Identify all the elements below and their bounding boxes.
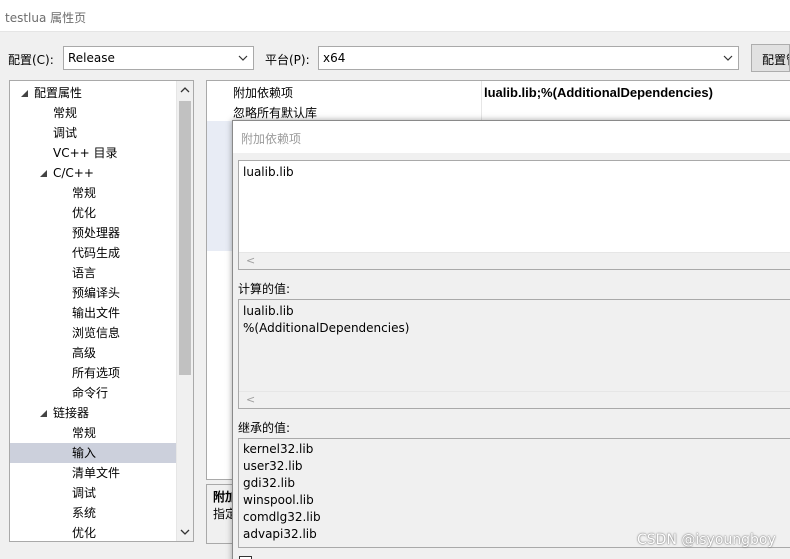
tree-item[interactable]: 清单文件 xyxy=(10,463,176,483)
platform-label: 平台(P): xyxy=(265,53,310,67)
tree-item[interactable]: 系统 xyxy=(10,503,176,523)
grid-row-key: 附加依赖项 xyxy=(233,86,294,100)
tree-item-label: 配置属性 xyxy=(34,86,83,100)
tree-item-label: 优化 xyxy=(72,526,97,540)
tree-item-label: 浏览信息 xyxy=(72,326,121,340)
inherited-line: user32.lib xyxy=(243,459,303,473)
grid-row-value: lualib.lib;%(AdditionalDependencies) xyxy=(484,85,713,100)
config-manager-label: 配置管理器 xyxy=(762,53,789,67)
tree-item-label: 常规 xyxy=(53,106,78,120)
tree-item[interactable]: 语言 xyxy=(10,263,176,283)
computed-line: %(AdditionalDependencies) xyxy=(243,321,410,335)
window-title: testlua 属性页 xyxy=(5,11,87,25)
tree-item[interactable]: 命令行 xyxy=(10,383,176,403)
inherited-line: gdi32.lib xyxy=(243,476,295,490)
config-dropdown[interactable]: Release xyxy=(63,46,254,70)
inherited-line: winspool.lib xyxy=(243,493,314,507)
platform-dropdown[interactable]: x64 xyxy=(318,46,739,70)
tree-item[interactable]: 常规 xyxy=(10,423,176,443)
config-manager-button[interactable]: 配置管理器 xyxy=(751,44,790,72)
tree-item[interactable]: 调试 xyxy=(10,123,176,143)
tree-item-label: 输出文件 xyxy=(72,306,121,320)
tree-item[interactable]: 代码生成 xyxy=(10,243,176,263)
scroll-down-icon[interactable] xyxy=(180,528,190,536)
tree-item[interactable]: 所有选项 xyxy=(10,363,176,383)
title-bar: testlua 属性页 xyxy=(0,0,790,32)
tree-item-label: 高级 xyxy=(72,346,97,360)
property-tree[interactable]: 配置属性 常规 调试 VC++ 目录 C/C++ 常规 优化 预处理器 代码生成 语言 预编译头 输出… xyxy=(9,80,194,542)
computed-line: lualib.lib xyxy=(243,304,294,318)
tree-collapse-icon[interactable] xyxy=(39,409,48,418)
grid-row-additional-dependencies[interactable]: 附加依赖项 lualib.lib;%(AdditionalDependencie… xyxy=(207,83,790,103)
tree-item-label: 预编译头 xyxy=(72,286,121,300)
platform-value: x64 xyxy=(323,51,346,65)
tree-scroll-thumb[interactable] xyxy=(179,101,191,375)
tree-item[interactable]: 输入 xyxy=(10,443,176,463)
config-label: 配置(C): xyxy=(8,53,54,67)
tree-scrollbar[interactable] xyxy=(176,81,193,541)
tree-item-label: 系统 xyxy=(72,506,97,520)
tree-item[interactable]: C/C++ xyxy=(10,163,176,183)
tree-item-label: 清单文件 xyxy=(72,466,121,480)
scroll-up-icon[interactable] xyxy=(180,86,190,94)
scroll-left-icon[interactable]: < xyxy=(246,254,255,267)
tree-item-label: VC++ 目录 xyxy=(53,146,118,160)
tree-item-label: 所有选项 xyxy=(72,366,121,380)
tree-item[interactable]: 配置属性 xyxy=(10,83,176,103)
tree-item-label: 优化 xyxy=(72,206,97,220)
tree-item[interactable]: 优化 xyxy=(10,203,176,223)
tree-item-label: 语言 xyxy=(72,266,97,280)
tree-item-label: 调试 xyxy=(72,486,97,500)
inherited-line: advapi32.lib xyxy=(243,527,317,541)
tree-item[interactable]: 浏览信息 xyxy=(10,323,176,343)
additional-dependencies-dialog: 附加依赖项 lualib.lib < 计算的值: lualib.lib %(Ad… xyxy=(232,120,790,559)
tree-item-label: C/C++ xyxy=(53,166,94,180)
tree-collapse-icon[interactable] xyxy=(20,89,29,98)
watermark: CSDN @isyoungboy xyxy=(637,532,776,548)
tree-item-label: 输入 xyxy=(72,446,97,460)
chevron-down-icon xyxy=(238,55,248,61)
tree-item-label: 常规 xyxy=(72,426,97,440)
tree-item[interactable]: 调试 xyxy=(10,483,176,503)
inherited-line: kernel32.lib xyxy=(243,442,314,456)
tree-item[interactable]: 链接器 xyxy=(10,403,176,423)
tree-item[interactable]: 高级 xyxy=(10,343,176,363)
computed-hscrollbar[interactable]: < xyxy=(239,391,790,408)
config-value: Release xyxy=(68,51,115,65)
tree-collapse-icon[interactable] xyxy=(39,169,48,178)
dialog-title: 附加依赖项 xyxy=(241,132,302,146)
scroll-left-icon[interactable]: < xyxy=(246,393,255,406)
edit-hscrollbar[interactable]: < xyxy=(239,252,790,269)
chevron-down-icon xyxy=(723,55,733,61)
computed-label: 计算的值: xyxy=(238,282,291,296)
tree-item-label: 命令行 xyxy=(72,386,109,400)
tree-item[interactable]: 预编译头 xyxy=(10,283,176,303)
dependencies-edit-box[interactable]: lualib.lib < xyxy=(238,160,790,270)
tree-item-label: 链接器 xyxy=(53,406,90,420)
tree-item-label: 预处理器 xyxy=(72,226,121,240)
tree-item[interactable]: 输出文件 xyxy=(10,303,176,323)
inherited-label: 继承的值: xyxy=(238,421,291,435)
edit-text[interactable]: lualib.lib xyxy=(243,165,294,179)
tree-item[interactable]: VC++ 目录 xyxy=(10,143,176,163)
tree-item-label: 常规 xyxy=(72,186,97,200)
tree-item-label: 代码生成 xyxy=(72,246,121,260)
tree-item-label: 调试 xyxy=(53,126,78,140)
inherited-line: comdlg32.lib xyxy=(243,510,321,524)
dialog-caption: 附加依赖项 xyxy=(233,121,790,153)
computed-values-box: lualib.lib %(AdditionalDependencies) < xyxy=(238,299,790,409)
tree-item[interactable]: 常规 xyxy=(10,103,176,123)
tree-item[interactable]: 常规 xyxy=(10,183,176,203)
tree-item[interactable]: 预处理器 xyxy=(10,223,176,243)
tree-item[interactable]: 优化 xyxy=(10,523,176,541)
